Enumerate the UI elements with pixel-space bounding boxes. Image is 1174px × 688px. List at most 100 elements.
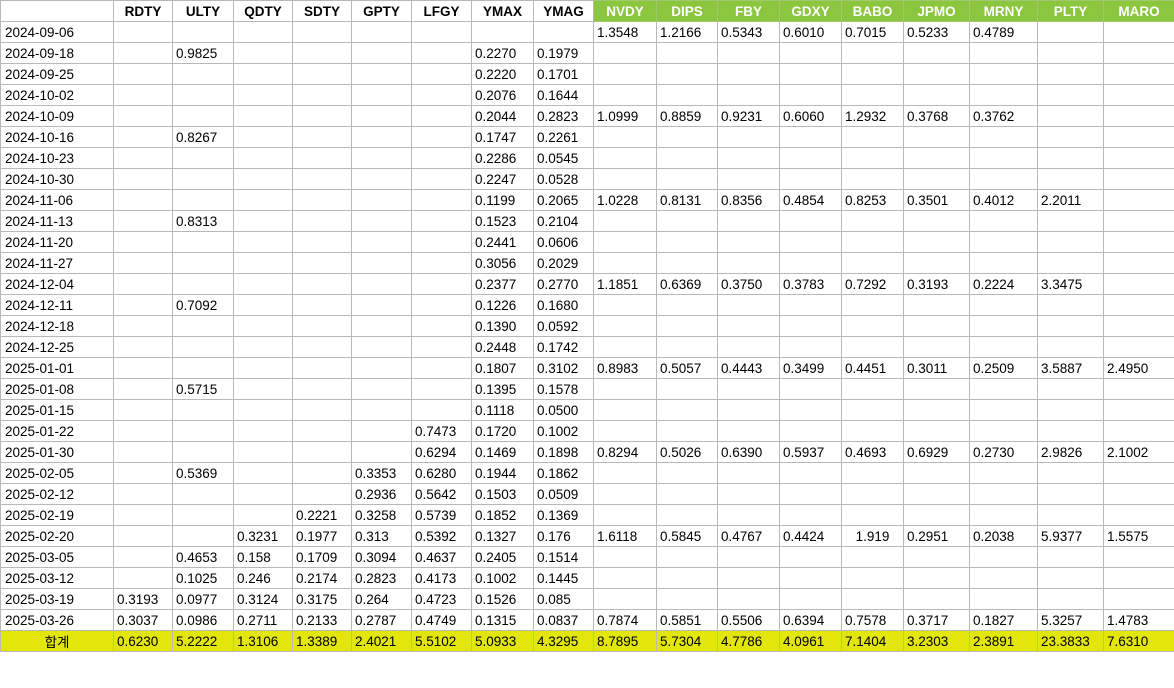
value-cell[interactable]: 0.8294 xyxy=(593,441,657,463)
value-cell[interactable]: 1.2166 xyxy=(656,21,718,43)
value-cell[interactable] xyxy=(1103,126,1174,148)
value-cell[interactable] xyxy=(717,399,780,421)
value-cell[interactable]: 0.2823 xyxy=(533,105,594,127)
value-cell[interactable]: 0.4749 xyxy=(411,609,472,631)
total-value-cell[interactable]: 7.6310 xyxy=(1103,630,1174,652)
value-cell[interactable] xyxy=(351,252,412,274)
value-cell[interactable]: 0.1680 xyxy=(533,294,594,316)
value-cell[interactable] xyxy=(779,42,842,64)
value-cell[interactable] xyxy=(411,63,472,85)
value-cell[interactable]: 0.4637 xyxy=(411,546,472,568)
value-cell[interactable]: 0.0500 xyxy=(533,399,594,421)
value-cell[interactable] xyxy=(411,273,472,295)
value-cell[interactable] xyxy=(292,378,352,400)
value-cell[interactable] xyxy=(593,231,657,253)
value-cell[interactable] xyxy=(593,84,657,106)
value-cell[interactable] xyxy=(779,315,842,337)
value-cell[interactable] xyxy=(1037,462,1104,484)
value-cell[interactable]: 1.6118 xyxy=(593,525,657,547)
value-cell[interactable]: 0.2247 xyxy=(471,168,534,190)
value-cell[interactable]: 0.1025 xyxy=(172,567,234,589)
value-cell[interactable]: 1.1851 xyxy=(593,273,657,295)
value-cell[interactable] xyxy=(533,21,594,43)
value-cell[interactable] xyxy=(292,126,352,148)
total-value-cell[interactable]: 1.3106 xyxy=(233,630,293,652)
value-cell[interactable]: 5.3257 xyxy=(1037,609,1104,631)
value-cell[interactable]: 0.1944 xyxy=(471,462,534,484)
value-cell[interactable] xyxy=(656,567,718,589)
value-cell[interactable] xyxy=(903,63,970,85)
value-cell[interactable] xyxy=(841,336,904,358)
value-cell[interactable]: 0.3011 xyxy=(903,357,970,379)
value-cell[interactable]: 0.8983 xyxy=(593,357,657,379)
value-cell[interactable] xyxy=(717,210,780,232)
value-cell[interactable]: 0.2787 xyxy=(351,609,412,631)
value-cell[interactable] xyxy=(172,525,234,547)
value-cell[interactable] xyxy=(1103,462,1174,484)
value-cell[interactable]: 1.5575 xyxy=(1103,525,1174,547)
value-cell[interactable] xyxy=(233,126,293,148)
value-cell[interactable] xyxy=(656,42,718,64)
value-cell[interactable] xyxy=(969,399,1038,421)
value-cell[interactable]: 0.2448 xyxy=(471,336,534,358)
value-cell[interactable]: 0.4012 xyxy=(969,189,1038,211)
value-cell[interactable]: 0.1578 xyxy=(533,378,594,400)
value-cell[interactable] xyxy=(351,105,412,127)
value-cell[interactable] xyxy=(1103,252,1174,274)
value-cell[interactable]: 0.1701 xyxy=(533,63,594,85)
value-cell[interactable] xyxy=(1037,546,1104,568)
value-cell[interactable] xyxy=(593,168,657,190)
value-cell[interactable] xyxy=(292,357,352,379)
value-cell[interactable] xyxy=(903,168,970,190)
value-cell[interactable] xyxy=(1037,210,1104,232)
value-cell[interactable] xyxy=(656,63,718,85)
value-cell[interactable] xyxy=(717,546,780,568)
date-cell[interactable]: 2025-01-30 xyxy=(0,441,114,463)
value-cell[interactable] xyxy=(841,42,904,64)
value-cell[interactable]: 0.2174 xyxy=(292,567,352,589)
value-cell[interactable] xyxy=(411,231,472,253)
value-cell[interactable] xyxy=(172,483,234,505)
column-header-ulty[interactable]: ULTY xyxy=(172,0,234,22)
value-cell[interactable]: 1.919 xyxy=(841,525,904,547)
value-cell[interactable] xyxy=(411,252,472,274)
value-cell[interactable] xyxy=(1103,294,1174,316)
value-cell[interactable] xyxy=(113,441,173,463)
value-cell[interactable] xyxy=(172,273,234,295)
value-cell[interactable] xyxy=(1103,189,1174,211)
value-cell[interactable]: 2.2011 xyxy=(1037,189,1104,211)
column-header-dips[interactable]: DIPS xyxy=(656,0,718,22)
value-cell[interactable] xyxy=(969,126,1038,148)
value-cell[interactable] xyxy=(113,21,173,43)
value-cell[interactable]: 0.0837 xyxy=(533,609,594,631)
value-cell[interactable] xyxy=(113,189,173,211)
value-cell[interactable] xyxy=(841,252,904,274)
total-value-cell[interactable]: 5.7304 xyxy=(656,630,718,652)
value-cell[interactable] xyxy=(656,84,718,106)
value-cell[interactable] xyxy=(903,210,970,232)
value-cell[interactable] xyxy=(969,231,1038,253)
value-cell[interactable]: 0.1720 xyxy=(471,420,534,442)
value-cell[interactable] xyxy=(656,315,718,337)
value-cell[interactable] xyxy=(779,546,842,568)
value-cell[interactable]: 0.6010 xyxy=(779,21,842,43)
value-cell[interactable] xyxy=(841,147,904,169)
value-cell[interactable] xyxy=(969,483,1038,505)
value-cell[interactable] xyxy=(292,189,352,211)
value-cell[interactable] xyxy=(1037,378,1104,400)
value-cell[interactable]: 1.4783 xyxy=(1103,609,1174,631)
value-cell[interactable]: 0.4653 xyxy=(172,546,234,568)
value-cell[interactable] xyxy=(717,294,780,316)
value-cell[interactable]: 0.9231 xyxy=(717,105,780,127)
value-cell[interactable] xyxy=(351,294,412,316)
date-cell[interactable]: 2024-11-27 xyxy=(0,252,114,274)
value-cell[interactable] xyxy=(593,420,657,442)
value-cell[interactable] xyxy=(717,168,780,190)
column-header-qdty[interactable]: QDTY xyxy=(233,0,293,22)
value-cell[interactable] xyxy=(351,231,412,253)
value-cell[interactable] xyxy=(903,378,970,400)
value-cell[interactable] xyxy=(233,63,293,85)
value-cell[interactable] xyxy=(233,357,293,379)
value-cell[interactable] xyxy=(593,147,657,169)
value-cell[interactable]: 0.4173 xyxy=(411,567,472,589)
